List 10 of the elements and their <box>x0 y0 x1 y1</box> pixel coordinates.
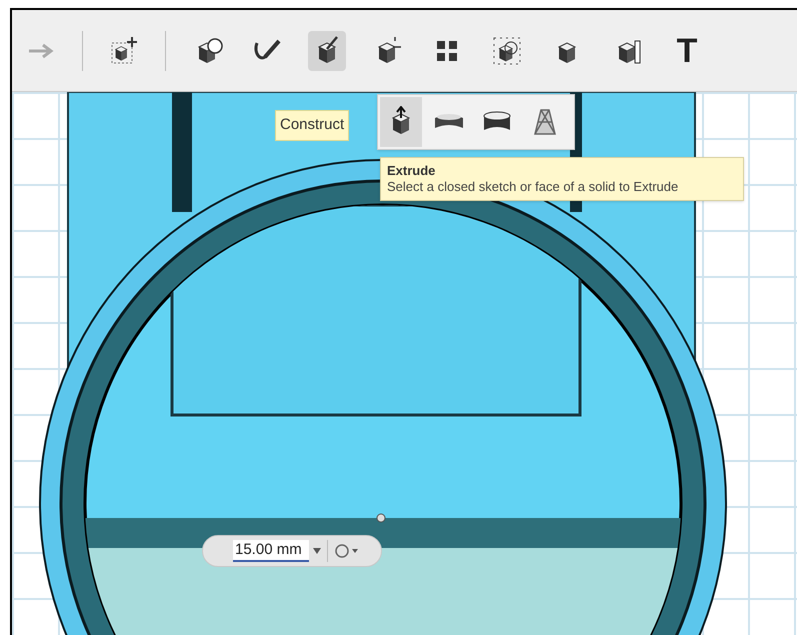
text-tool-button[interactable]: T <box>668 30 706 70</box>
toolbar-button[interactable] <box>308 30 346 70</box>
tooltip-description: Select a closed sketch or face of a solid to Extrude <box>387 179 680 195</box>
handle-dot[interactable] <box>376 514 386 522</box>
dimension-field[interactable]: 15.00 mm <box>233 540 309 562</box>
flyout-tool-button[interactable] <box>380 97 422 147</box>
construct-label: Construct <box>275 110 350 140</box>
cube-select-icon <box>491 34 523 66</box>
tooltip-title: Extrude <box>387 163 436 179</box>
snap-options-icon[interactable] <box>334 543 360 559</box>
